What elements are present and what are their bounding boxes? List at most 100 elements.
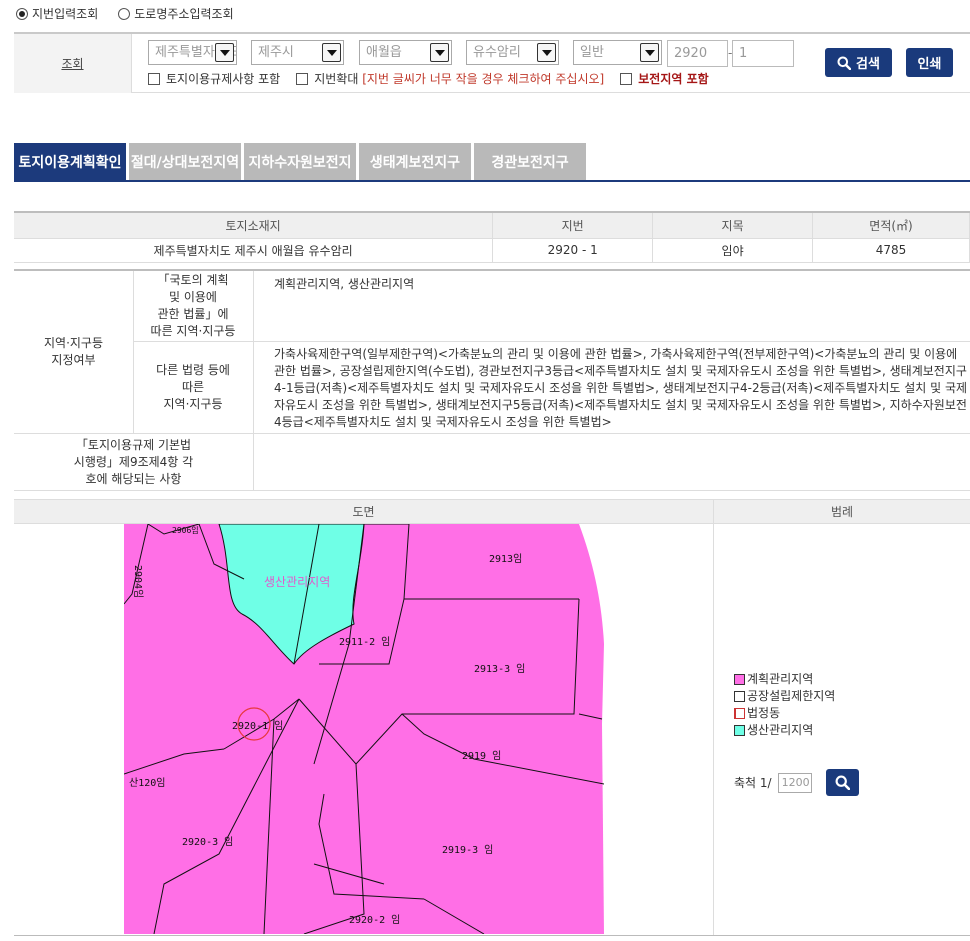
legend-label: 계획관리지역: [747, 672, 814, 686]
parcel-label: 2904임: [132, 565, 145, 598]
chevron-down-icon: [430, 43, 449, 62]
page-bottom-line: [14, 935, 970, 936]
parcel-label: 2906임: [172, 526, 199, 535]
preserve-checkbox-label: 보전지역 포함: [638, 72, 709, 86]
land-type-select[interactable]: 일반: [573, 40, 662, 65]
table-row: 제주특별자치도 제주시 애월읍 유수암리 2920 - 1 임야 4785: [14, 238, 970, 263]
legend-label: 법정동: [747, 706, 781, 720]
other-law-label: 다른 법령 등에 따른 지역·지구등: [156, 362, 230, 411]
legend-swatch: [734, 674, 745, 685]
parcel-label: 2919 임: [462, 749, 501, 762]
chevron-down-icon: [215, 43, 234, 62]
legend-item: 계획관리지역: [734, 671, 835, 688]
zoom-checkbox-item[interactable]: 지번확대 [지번 글씨가 너무 작을 경우 체크하여 주십시오]: [296, 70, 604, 87]
radio-road-address-search[interactable]: 도로명주소입력조회: [118, 5, 234, 22]
scale-apply-button[interactable]: [825, 769, 859, 796]
search-icon: [837, 56, 852, 70]
parcel-label: 2913-3 임: [474, 662, 525, 675]
print-button[interactable]: 인쇄: [906, 48, 953, 77]
chevron-down-icon: [537, 43, 556, 62]
preserve-checkbox-item[interactable]: 보전지역 포함: [620, 70, 709, 87]
legend-label: 생산관리지역: [747, 723, 814, 737]
scale-prefix: 축척 1/: [734, 776, 772, 790]
tab-groundwater[interactable]: 지하수자원보전지: [244, 143, 356, 181]
map-header: 도면: [14, 499, 713, 524]
radio-parcel-search[interactable]: 지번입력조회: [16, 5, 98, 22]
legend-swatch: [734, 725, 745, 736]
search-button[interactable]: 검색: [825, 48, 892, 77]
regulation-checkbox-label: 토지이용규제사항 포함: [166, 72, 281, 86]
cell-parcel-no: 2920 - 1: [492, 238, 654, 263]
sub-number-input[interactable]: 1: [732, 40, 794, 67]
province-select[interactable]: 제주특별자치도: [148, 40, 237, 65]
regulation-checkbox-item[interactable]: 토지이용규제사항 포함: [148, 70, 280, 87]
map-section: 도면 범례 2906임 2904임 2913임 2911-2 임 2913-3 …: [14, 499, 970, 941]
parcel-label: 2920-3 임: [182, 835, 233, 848]
chevron-down-icon: [640, 43, 659, 62]
village-value: 유수암리: [473, 45, 521, 60]
cell-land-category: 임야: [652, 238, 814, 263]
zoom-checkbox-note: [지번 글씨가 너무 작을 경우 체크하여 주십시오]: [362, 72, 605, 86]
tab-ecosystem[interactable]: 생태계보전지구: [359, 143, 471, 181]
city-select[interactable]: 제주시: [251, 40, 344, 65]
parcel-label: 2920-2 임: [349, 913, 400, 926]
parcel-label: 2911-2 임: [339, 635, 390, 648]
cell-area: 4785: [812, 238, 970, 263]
parcel-label: 2913임: [489, 552, 522, 565]
legend-item: 생산관리지역: [734, 722, 835, 739]
plan-zone-area: [124, 524, 604, 934]
parcel-label: 2919-3 임: [442, 843, 493, 856]
radio-indicator[interactable]: [16, 7, 28, 20]
legend-list: 계획관리지역 공장설립제한지역 법정동 생산관리지역: [734, 671, 835, 739]
national-law-label: 「국토의 계획 및 이용에 관한 법률」에 따른 지역·지구등: [150, 273, 236, 338]
chevron-down-icon: [322, 43, 341, 62]
other-law-value: 가축사육제한구역(일부제한구역)<가축분뇨의 관리 및 이용에 관한 법률>, …: [274, 347, 968, 429]
tab-land-use-plan[interactable]: 토지이용계획확인: [14, 143, 126, 181]
search-icon: [835, 775, 850, 790]
parcel-label: 산120임: [129, 776, 165, 789]
zoom-checkbox-label: 지번확대: [314, 72, 359, 86]
land-info-table: 토지소재지 지번 지목 면적(㎡) 제주특별자치도 제주시 애월읍 유수암리 2…: [14, 211, 970, 263]
map-canvas: 2906임 2904임 2913임 2911-2 임 2913-3 임 2920…: [123, 523, 605, 935]
radio-parcel-label: 지번입력조회: [32, 7, 99, 21]
legend-swatch: [734, 708, 745, 719]
radio-road-label: 도로명주소입력조회: [134, 7, 234, 21]
col-area: 면적(㎡): [812, 211, 970, 239]
col-location: 토지소재지: [14, 211, 494, 239]
tab-underline: [14, 180, 970, 182]
zoning-section: 지역·지구등 지정여부 「국토의 계획 및 이용에 관한 법률」에 따른 지역·…: [14, 269, 970, 491]
village-select[interactable]: 유수암리: [466, 40, 559, 65]
city-value: 제주시: [258, 45, 294, 60]
col-land-category: 지목: [652, 211, 814, 239]
search-options: 토지이용규제사항 포함 지번확대 [지번 글씨가 너무 작을 경우 체크하여 주…: [148, 70, 725, 87]
legend-swatch: [734, 691, 745, 702]
town-value: 애월읍: [366, 45, 402, 60]
regulation-checkbox[interactable]: [148, 72, 160, 85]
search-panel: 조회 제주특별자치도 제주시 애월읍 유수암리 일반 2920 - 1 검색 인…: [14, 32, 970, 93]
cell-location: 제주특별자치도 제주시 애월읍 유수암리: [14, 238, 494, 263]
national-law-value: 계획관리지역, 생산관리지역: [274, 277, 415, 291]
land-type-value: 일반: [580, 45, 604, 60]
legend-label: 공장설립제한지역: [747, 689, 836, 703]
search-label[interactable]: 조회: [14, 34, 132, 93]
parcel-label: 2920-1 임: [232, 719, 283, 732]
tab-conservation-area[interactable]: 절대/상대보전지역: [129, 143, 241, 181]
cadastral-map[interactable]: 2906임 2904임 2913임 2911-2 임 2913-3 임 2920…: [123, 523, 605, 935]
production-zone-label: 생산관리지역: [264, 575, 330, 589]
legend-item: 공장설립제한지역: [734, 688, 835, 705]
legend-item: 법정동: [734, 705, 835, 722]
table-header-row: 토지소재지 지번 지목 면적(㎡): [14, 211, 970, 239]
scale-control: 축척 1/ 1200: [734, 769, 859, 796]
zoom-checkbox[interactable]: [296, 72, 309, 85]
town-select[interactable]: 애월읍: [359, 40, 452, 65]
result-tabs: 토지이용계획확인 절대/상대보전지역 지하수자원보전지 생태계보전지구 경관보전…: [14, 143, 586, 181]
scale-input[interactable]: 1200: [777, 772, 812, 793]
enforcement-label: 「토지이용규제 기본법 시행령」제9조제4항 각 호에 해당되는 사항: [73, 438, 194, 486]
search-button-label: 검색: [856, 57, 880, 72]
legend-header: 범례: [713, 499, 970, 524]
main-number-input[interactable]: 2920: [667, 40, 728, 67]
radio-indicator[interactable]: [118, 7, 131, 20]
tab-landscape[interactable]: 경관보전지구: [474, 143, 586, 181]
col-parcel-no: 지번: [492, 211, 654, 239]
preserve-checkbox[interactable]: [620, 72, 633, 85]
